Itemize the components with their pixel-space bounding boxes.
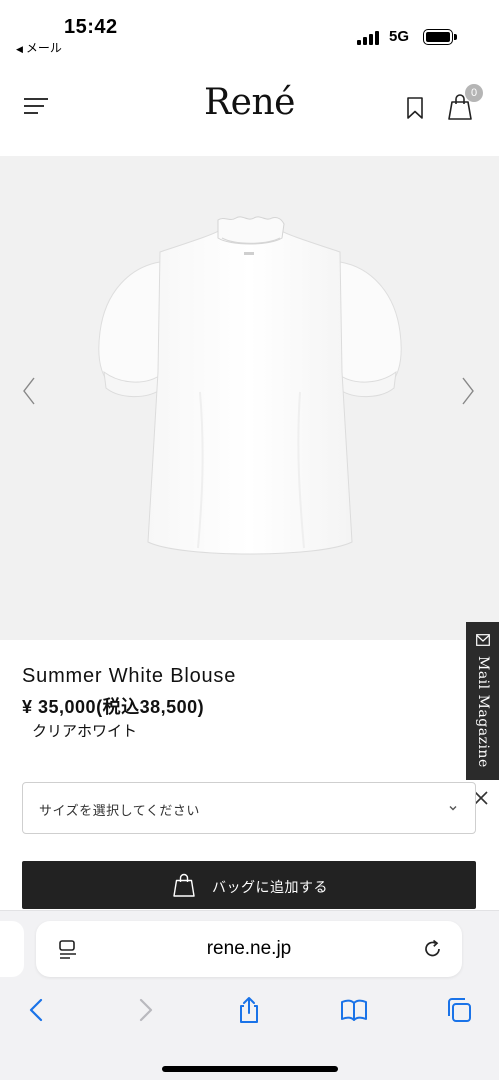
bag-count-badge: 0 [465,84,483,102]
size-select[interactable]: サイズを選択してください [22,782,476,834]
bag-icon [173,873,195,897]
tabs-icon[interactable] [444,995,474,1025]
chevron-right-icon[interactable] [457,374,479,408]
home-indicator [162,1066,338,1072]
status-time: 15:42 [64,16,118,38]
size-select-label: サイズを選択してください [39,803,200,818]
product-name: Summer White Blouse [22,665,237,687]
mail-magazine-label: Mail Magazine [475,656,491,768]
address-bar[interactable]: rene.ne.jp [36,921,462,977]
signal-icon [357,30,381,45]
chevron-left-icon[interactable] [18,374,40,408]
bookmarks-icon[interactable] [339,995,369,1025]
previous-tab-preview[interactable] [0,921,24,977]
mail-magazine-tab[interactable]: Mail Magazine [466,622,499,780]
url-text: rene.ne.jp [206,938,292,959]
chevron-down-icon [449,806,457,811]
product-image [98,216,402,555]
share-icon[interactable] [234,995,264,1025]
forward-icon[interactable] [130,995,160,1025]
status-bar: 15:42 ◀ メール 5G [0,0,499,60]
network-label: 5G [389,28,410,45]
product-price: ¥ 35,000(税込38,500) [22,693,204,719]
browser-toolbar: rene.ne.jp [0,910,499,1080]
mail-icon [476,634,490,646]
add-to-bag-button[interactable]: バッグに追加する [22,861,476,909]
bookmark-icon[interactable] [405,96,425,120]
price-tax: (税込38,500) [96,697,205,717]
price-value: ¥ 35,000 [22,697,97,717]
product-gallery[interactable] [0,156,499,640]
back-icon[interactable] [22,995,52,1025]
battery-icon [423,29,457,45]
reload-icon[interactable] [422,938,444,960]
site-header: René 0 [0,60,499,156]
back-app-label: メール [25,41,62,55]
back-to-app-link[interactable]: ◀ メール [16,39,62,56]
add-to-bag-label: バッグに追加する [212,879,328,895]
back-triangle-icon: ◀ [16,44,23,54]
product-color: クリアホワイト [32,723,138,740]
